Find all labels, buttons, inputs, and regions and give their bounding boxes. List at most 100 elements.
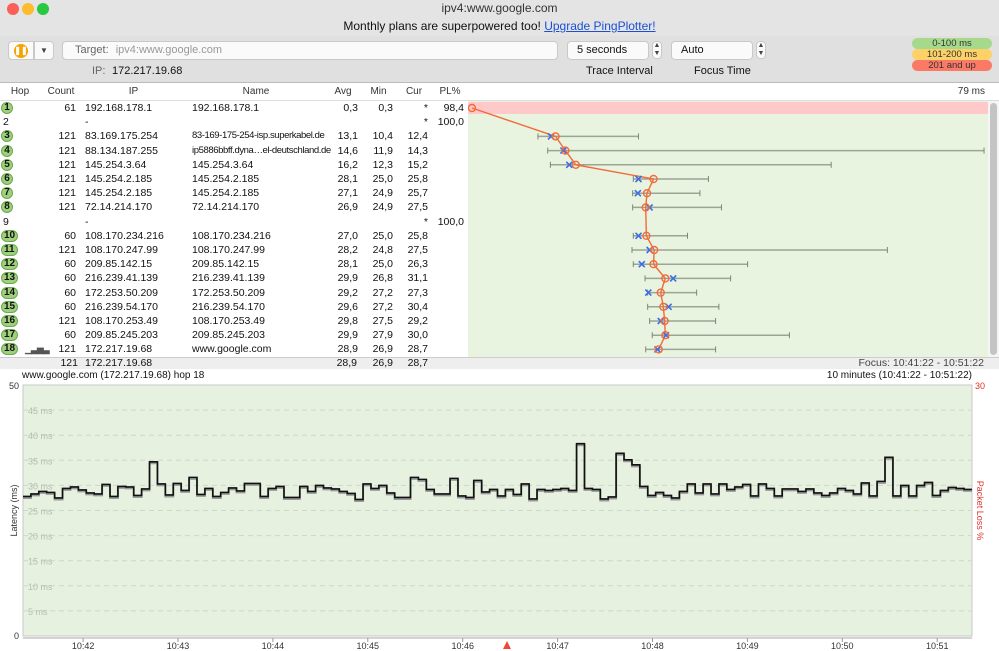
- title-bar: ipv4:www.google.com: [0, 0, 999, 18]
- trace-interval-stepper[interactable]: ▲ ▼: [652, 41, 662, 59]
- y-max-label: 50: [9, 381, 19, 391]
- table-row[interactable]: 1 61 192.168.178.1 192.168.178.1 0,3 0,3 …: [0, 101, 468, 115]
- scrollbar-thumb[interactable]: [990, 103, 997, 355]
- table-row[interactable]: 8 121 72.14.214.170 72.14.214.170 26,9 24…: [0, 200, 468, 214]
- close-window-button[interactable]: [7, 3, 19, 15]
- y2-max-label: 30: [975, 381, 985, 391]
- table-row[interactable]: 17 60 209.85.245.203 209.85.245.203 29,9 …: [0, 328, 468, 342]
- table-row[interactable]: 5 121 145.254.3.64 145.254.3.64 16,2 12,3…: [0, 158, 468, 172]
- name-cell: 209.85.245.203: [192, 329, 265, 342]
- hop-badge: 12: [1, 258, 19, 271]
- table-row[interactable]: 2 - * 100,0: [0, 115, 468, 129]
- name-cell: 108.170.253.49: [192, 315, 265, 327]
- table-row[interactable]: 15 60 216.239.54.170 216.239.54.170 29,6 …: [0, 300, 468, 314]
- table-row[interactable]: 13 60 216.239.41.139 216.239.41.139 29,9 …: [0, 271, 468, 285]
- grid-label: 25 ms: [28, 507, 53, 517]
- table-row[interactable]: 10 60 108.170.234.216 108.170.234.216 27,…: [0, 229, 468, 243]
- avg-cell: 29,8: [337, 315, 358, 327]
- pause-button[interactable]: ❚❚: [8, 41, 34, 60]
- ip-cell: 88.134.187.255: [85, 144, 158, 157]
- table-row[interactable]: 11 121 108.170.247.99 108.170.247.99 28,2…: [0, 243, 468, 257]
- cur-cell: 27,3: [407, 286, 428, 299]
- hop-badge: 6: [1, 173, 13, 185]
- name-cell: 108.170.234.216: [192, 229, 271, 242]
- pl-cell: 100,0: [437, 116, 464, 129]
- focus-time-stepper[interactable]: ▲ ▼: [756, 41, 766, 59]
- table-row[interactable]: 6 121 145.254.2.185 145.254.2.185 28,1 25…: [0, 172, 468, 186]
- vertical-scrollbar[interactable]: [988, 101, 999, 357]
- avg-cell: 29,6: [337, 300, 358, 313]
- summary-row: 121 172.217.19.68 28,9 26,9 28,7 Focus: …: [0, 357, 999, 369]
- table-header: Hop Count IP Name Avg Min Cur PL% 79 ms: [0, 83, 999, 101]
- table-row[interactable]: 18 ▁▃▅▃ 121 172.217.19.68 www.google.com 2…: [0, 342, 468, 356]
- avg-latency-line: [471, 107, 667, 350]
- cur-cell: 12,4: [407, 130, 428, 143]
- hop-badge: 8: [1, 201, 13, 214]
- avg-cell: 29,9: [337, 329, 358, 342]
- table-row[interactable]: 16 121 108.170.253.49 108.170.253.49 29,8…: [0, 314, 468, 328]
- min-cell: 27,2: [372, 286, 393, 299]
- hop-badge: 17: [1, 329, 19, 342]
- pause-options-dropdown[interactable]: ▼: [34, 41, 54, 60]
- avg-cell: 28,2: [337, 244, 358, 256]
- scale-max-label: 79 ms: [957, 86, 985, 97]
- target-input[interactable]: Target: ipv4:www.google.com: [62, 41, 558, 60]
- table-row[interactable]: 7 121 145.254.2.185 145.254.2.185 27,1 24…: [0, 186, 468, 200]
- count-cell: 60: [64, 272, 76, 285]
- column-hop[interactable]: Hop: [0, 86, 40, 97]
- ip-cell: 209.85.142.15: [85, 258, 153, 271]
- hop-badge: 4: [1, 144, 13, 157]
- latency-graph[interactable]: www.google.com (172.217.19.68) hop 18 10…: [0, 369, 999, 651]
- upgrade-link[interactable]: Upgrade PingPlotter!: [544, 19, 655, 33]
- summary-min: 26,9: [372, 357, 393, 369]
- trace-graph[interactable]: [467, 101, 988, 357]
- zoom-window-button[interactable]: [37, 3, 49, 15]
- column-pl[interactable]: PL%: [432, 86, 468, 97]
- min-cell: 24,8: [372, 244, 393, 256]
- focus-time-select[interactable]: Auto: [671, 41, 753, 60]
- ip-cell: 108.170.253.49: [85, 315, 158, 327]
- grid-label: 30 ms: [28, 481, 53, 491]
- min-cell: 27,9: [372, 329, 393, 342]
- cur-cell: 30,0: [407, 329, 428, 342]
- column-min[interactable]: Min: [361, 86, 396, 97]
- minimize-window-button[interactable]: [22, 3, 34, 15]
- table-row[interactable]: 9 - * 100,0: [0, 215, 468, 229]
- avg-cell: 14,6: [337, 144, 358, 157]
- table-row[interactable]: 12 60 209.85.142.15 209.85.142.15 28,1 25…: [0, 257, 468, 271]
- trace-interval-select[interactable]: 5 seconds: [567, 41, 649, 60]
- count-cell: 60: [64, 300, 76, 313]
- chevron-down-icon: ▼: [40, 46, 48, 55]
- count-cell: 121: [58, 201, 76, 214]
- name-cell: 192.168.178.1: [192, 102, 260, 114]
- table-row[interactable]: 14 60 172.253.50.209 172.253.50.209 29,2 …: [0, 286, 468, 300]
- trace-interval-value: 5 seconds: [577, 44, 628, 56]
- name-cell: 216.239.41.139: [192, 272, 265, 285]
- column-count[interactable]: Count: [42, 86, 80, 97]
- column-ip[interactable]: IP: [80, 86, 187, 97]
- cur-cell: 30,4: [407, 300, 428, 313]
- count-cell: 61: [64, 102, 76, 114]
- hop-badge: 18: [1, 343, 19, 356]
- cur-cell: 25,8: [407, 173, 428, 185]
- x-tick-label: 10:48: [641, 641, 664, 651]
- banner-text: Monthly plans are superpowered too!: [343, 19, 545, 33]
- avg-cell: 0,3: [343, 102, 358, 114]
- x-tick-label: 10:42: [72, 641, 95, 651]
- column-avg[interactable]: Avg: [325, 86, 361, 97]
- table-row[interactable]: 3 121 83.169.175.254 83-169-175-254-isp.s…: [0, 129, 468, 143]
- min-cell: 12,3: [372, 158, 393, 171]
- min-cell: 24,9: [372, 187, 393, 200]
- summary-cur: 28,7: [407, 357, 428, 369]
- cur-cell: 29,2: [407, 315, 428, 327]
- column-name[interactable]: Name: [187, 86, 325, 97]
- hop-badge: 14: [1, 286, 19, 299]
- name-cell: 72.14.214.170: [192, 201, 260, 214]
- cur-cell: 31,1: [407, 272, 428, 285]
- avg-cell: 29,9: [337, 272, 358, 285]
- cur-cell: 28,7: [407, 343, 428, 356]
- summary-avg: 28,9: [336, 357, 357, 369]
- ip-cell: 216.239.54.170: [85, 300, 158, 313]
- column-cur[interactable]: Cur: [396, 86, 432, 97]
- table-row[interactable]: 4 121 88.134.187.255 ip5886bbff.dyna…el-d…: [0, 144, 468, 158]
